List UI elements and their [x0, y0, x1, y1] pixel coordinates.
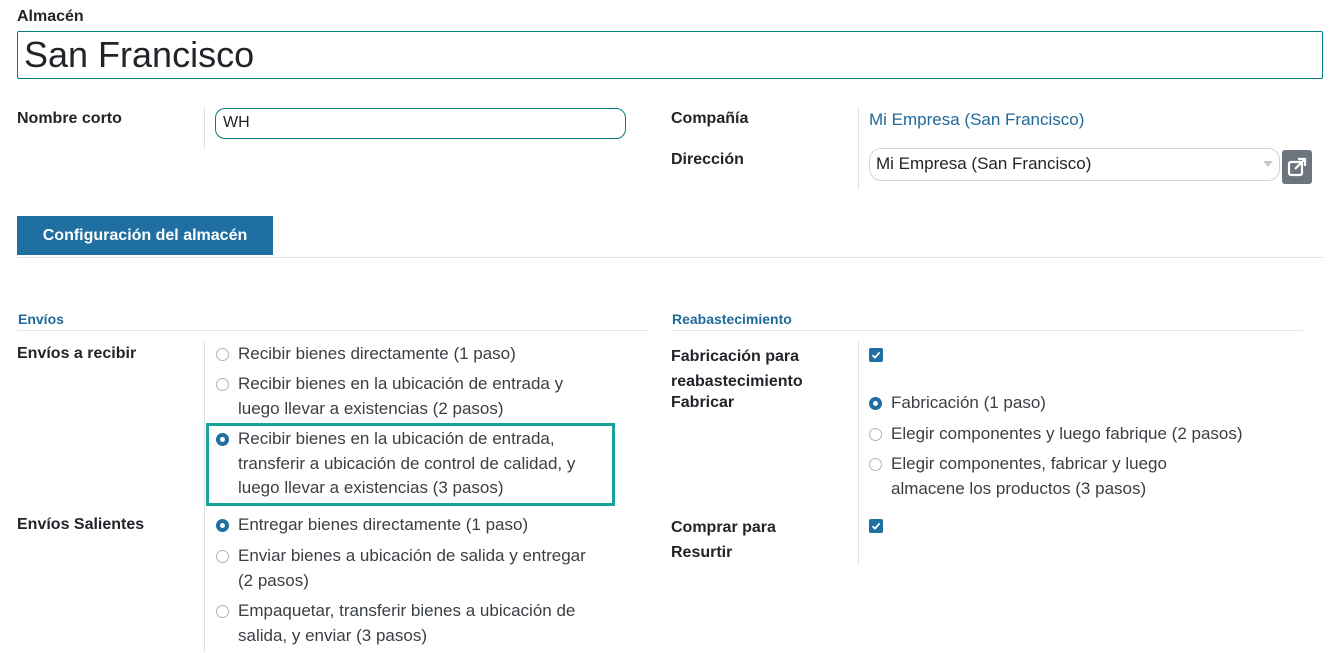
field-divider: [204, 108, 205, 148]
incoming-option-1-radio[interactable]: [216, 348, 229, 361]
field-divider: [204, 342, 205, 652]
company-label: Compañía: [671, 110, 749, 127]
manufacture-resupply-checkbox[interactable]: [869, 348, 883, 362]
external-link-button[interactable]: [1282, 150, 1312, 184]
manufacture-option-3-radio[interactable]: [869, 458, 882, 471]
section-rule: [17, 330, 649, 331]
check-icon: [871, 351, 881, 359]
outgoing-option-2-radio[interactable]: [216, 550, 229, 563]
warehouse-name-input[interactable]: San Francisco: [17, 31, 1323, 79]
outgoing-option-3-label[interactable]: Empaquetar, transferir bienes a ubicació…: [238, 599, 575, 648]
manufacture-option-2-label[interactable]: Elegir componentes y luego fabrique (2 p…: [891, 422, 1243, 447]
field-divider: [858, 108, 859, 190]
buy-resupply-checkbox[interactable]: [869, 519, 883, 533]
section-title-shipments: Envíos: [18, 311, 64, 327]
short-name-label: Nombre corto: [17, 110, 122, 127]
short-name-input[interactable]: WH: [215, 108, 626, 139]
address-label: Dirección: [671, 151, 744, 168]
incoming-option-2-label[interactable]: Recibir bienes en la ubicación de entrad…: [238, 372, 563, 421]
manufacture-option-1-radio[interactable]: [869, 397, 882, 410]
manufacture-option-1-label[interactable]: Fabricación (1 paso): [891, 391, 1046, 416]
address-select[interactable]: Mi Empresa (San Francisco): [869, 148, 1280, 181]
field-divider: [858, 342, 859, 564]
company-link[interactable]: Mi Empresa (San Francisco): [869, 110, 1084, 130]
outgoing-option-3-radio[interactable]: [216, 605, 229, 618]
tab-divider: [17, 257, 1323, 258]
outgoing-shipments-label: Envíos Salientes: [17, 516, 145, 533]
section-title-resupply: Reabastecimiento: [672, 311, 792, 327]
manufacture-label: Fabricar: [671, 394, 735, 411]
warehouse-label: Almacén: [17, 8, 84, 25]
incoming-option-3-label[interactable]: Recibir bienes en la ubicación de entrad…: [238, 427, 575, 501]
address-select-value: Mi Empresa (San Francisco): [876, 154, 1092, 173]
external-link-icon: [1287, 157, 1307, 177]
outgoing-option-2-label[interactable]: Enviar bienes a ubicación de salida y en…: [238, 544, 586, 593]
outgoing-option-1-radio[interactable]: [216, 519, 229, 532]
manufacture-option-2-radio[interactable]: [869, 428, 882, 441]
tab-warehouse-configuration[interactable]: Configuración del almacén: [17, 216, 273, 255]
section-rule: [671, 330, 1303, 331]
incoming-option-3-radio[interactable]: [216, 433, 229, 446]
buy-resupply-label: Comprar para Resurtir: [671, 519, 776, 561]
incoming-option-1-label[interactable]: Recibir bienes directamente (1 paso): [238, 342, 516, 367]
incoming-shipments-label: Envíos a recibir: [17, 345, 137, 362]
check-icon: [871, 522, 881, 530]
manufacture-option-3-label[interactable]: Elegir componentes, fabricar y luego alm…: [891, 452, 1167, 501]
incoming-option-2-radio[interactable]: [216, 378, 229, 391]
caret-down-icon: [1263, 161, 1273, 167]
outgoing-option-1-label[interactable]: Entregar bienes directamente (1 paso): [238, 513, 528, 538]
manufacture-resupply-label: Fabricación para reabastecimiento: [671, 348, 803, 390]
